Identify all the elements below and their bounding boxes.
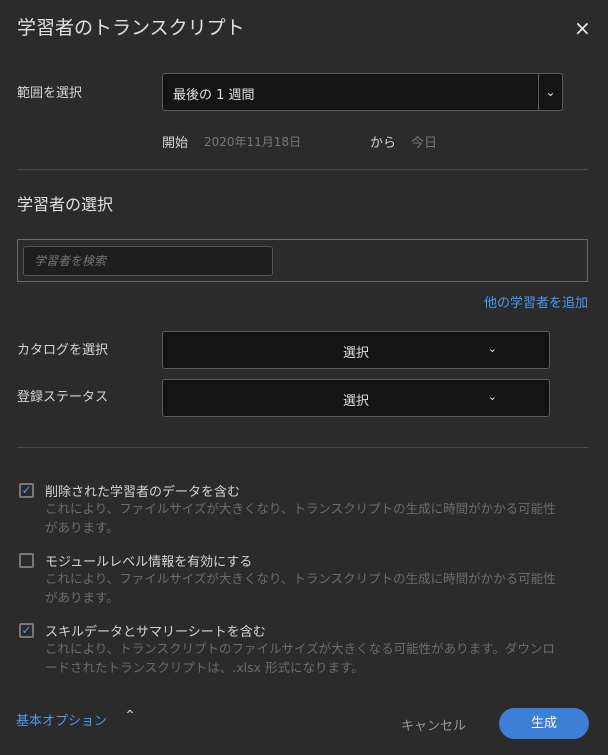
range-select[interactable]: 最後の 1 週間 ⌄ xyxy=(162,73,563,111)
range-label: 範囲を選択 xyxy=(17,86,83,101)
chevron-down-icon: ⌄ xyxy=(487,342,497,355)
end-date: 今日 xyxy=(411,136,438,151)
chevron-up-icon[interactable]: ˆ xyxy=(125,708,135,727)
learner-search-input[interactable] xyxy=(23,246,273,276)
add-learners-link[interactable]: 他の学習者を追加 xyxy=(484,292,588,311)
option-description: これにより、ファイルサイズが大きくなり、トランスクリプトの生成に時間がかかる可能… xyxy=(45,501,556,535)
chevron-down-icon[interactable]: ⌄ xyxy=(538,74,562,110)
start-label: 開始 xyxy=(162,136,189,151)
basic-options-toggle[interactable]: 基本オプション xyxy=(16,710,107,729)
option-description: これにより、トランスクリプトのファイルサイズが大きくなる可能性があります。ダウン… xyxy=(45,641,555,675)
option-checkbox-skill-data[interactable]: ✓ xyxy=(19,623,34,638)
dialog-title: 学習者のトランスクリプト xyxy=(17,17,245,39)
enrollment-select[interactable]: 選択 ⌄ xyxy=(162,379,550,417)
range-value: 最後の 1 週間 xyxy=(173,88,255,103)
learner-selection-box xyxy=(17,239,588,282)
enrollment-label: 登録ステータス xyxy=(17,390,109,405)
cancel-button[interactable]: キャンセル xyxy=(401,715,466,734)
close-icon[interactable]: × xyxy=(574,16,591,40)
option-description: これにより、ファイルサイズが大きくなり、トランスクリプトの生成に時間がかかる可能… xyxy=(45,571,556,605)
option-checkbox-module-level[interactable] xyxy=(19,553,34,568)
chevron-down-icon: ⌄ xyxy=(487,390,497,403)
option-label: 削除された学習者のデータを含む xyxy=(45,485,241,500)
option-checkbox-deleted-learners[interactable]: ✓ xyxy=(19,483,34,498)
learners-heading: 学習者の選択 xyxy=(17,195,114,214)
divider xyxy=(17,447,588,448)
generate-button[interactable]: 生成 xyxy=(499,708,589,739)
option-label: モジュールレベル情報を有効にする xyxy=(45,555,253,570)
catalog-label: カタログを選択 xyxy=(17,343,109,358)
option-label: スキルデータとサマリーシートを含む xyxy=(45,625,266,640)
to-label: から xyxy=(370,136,397,151)
divider xyxy=(17,169,588,170)
catalog-select[interactable]: 選択 ⌄ xyxy=(162,331,550,369)
start-date: 2020年11月18日 xyxy=(204,135,302,149)
